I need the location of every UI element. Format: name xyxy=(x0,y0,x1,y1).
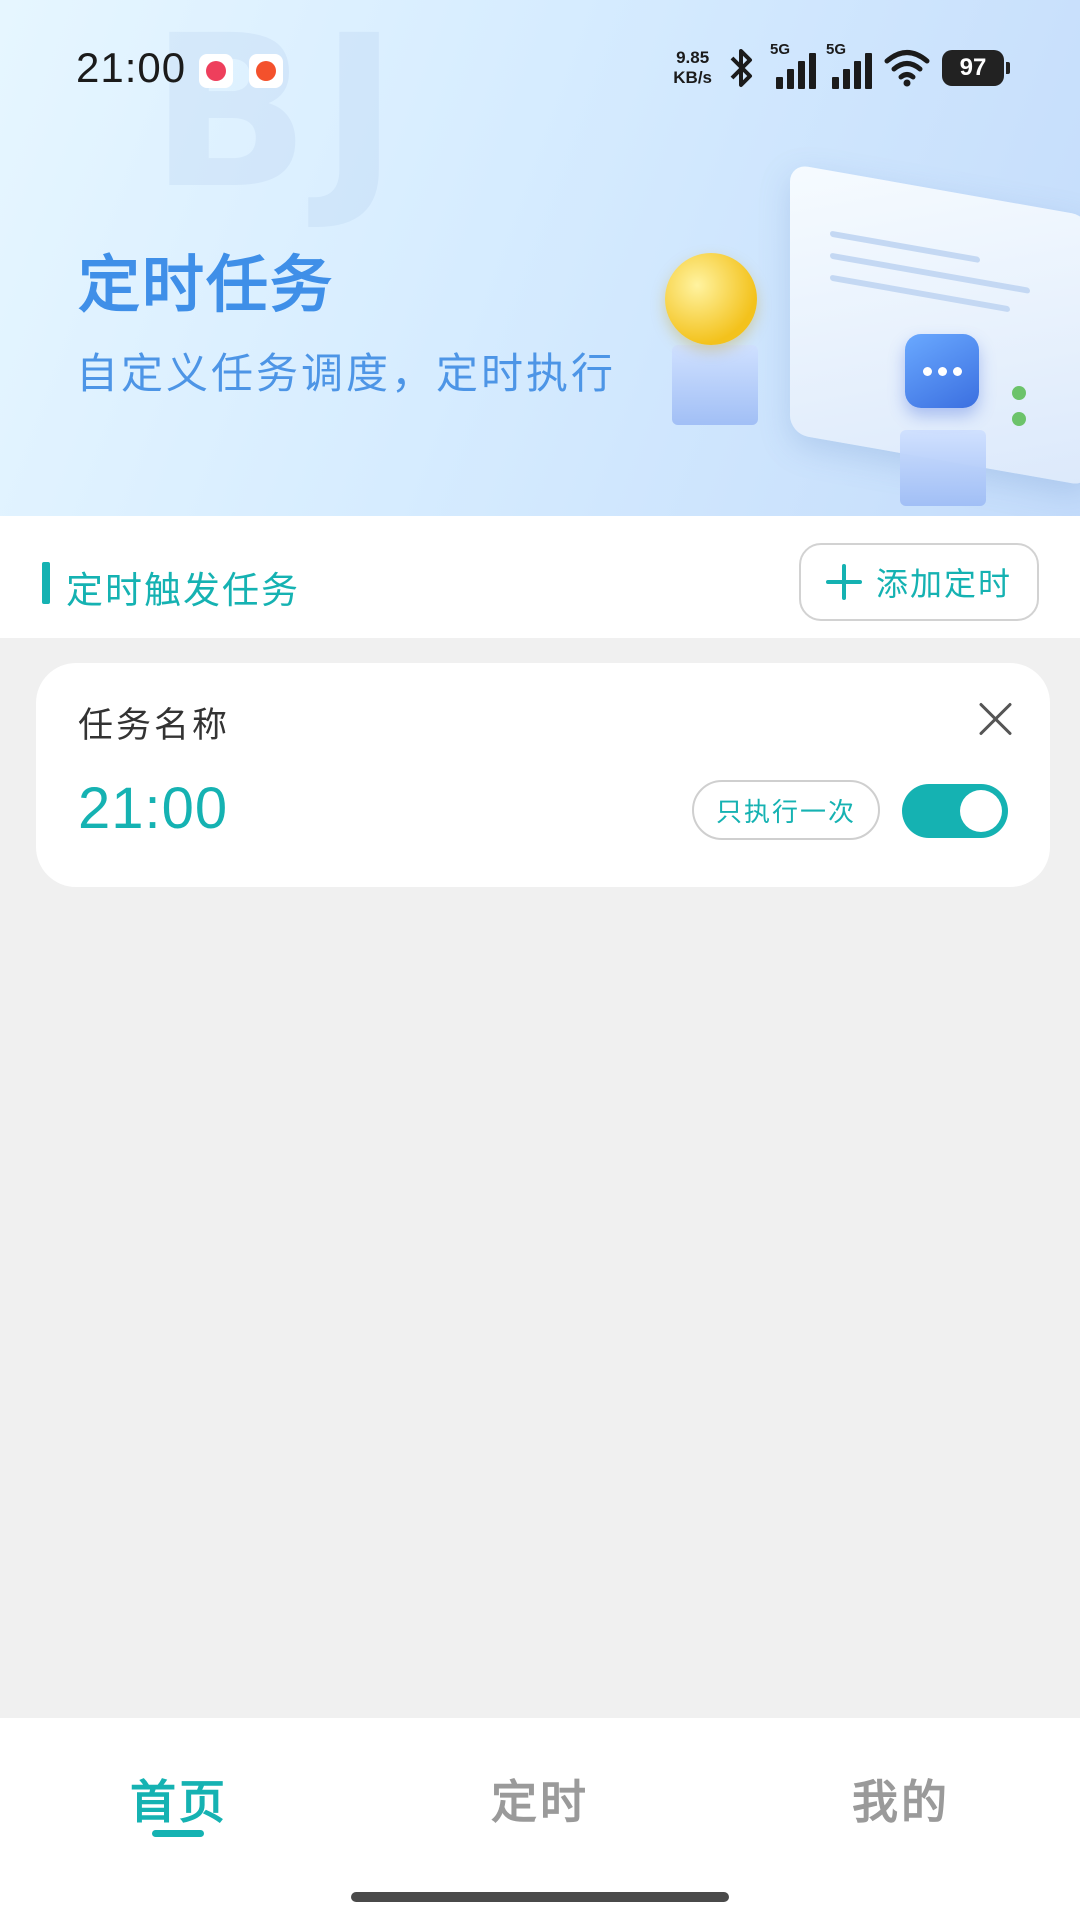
qr-coin-illustration xyxy=(665,253,757,345)
network-speed: 9.85 KB/s xyxy=(673,48,712,87)
section-header: 定时触发任务 添加定时 xyxy=(0,516,1080,638)
nav-item-home[interactable]: 首页 xyxy=(79,1766,279,1832)
task-card[interactable]: 任务名称 21:00 只执行一次 xyxy=(36,663,1050,887)
repeat-mode-chip[interactable]: 只执行一次 xyxy=(692,780,880,840)
toggle-knob xyxy=(960,790,1002,832)
page-title: 定时任务 xyxy=(78,248,335,321)
bluetooth-icon xyxy=(730,49,752,87)
close-icon[interactable] xyxy=(976,699,1016,739)
battery-icon: 97 xyxy=(942,50,1010,86)
home-indicator[interactable] xyxy=(351,1892,729,1902)
header-banner: BJ 21:00 9.85 KB/s 5G 5G 97 定时任务 自定义任务调度… xyxy=(0,0,1080,516)
task-name: 任务名称 xyxy=(78,706,231,746)
cube-decoration xyxy=(900,430,986,506)
page-subtitle: 自定义任务调度，定时执行 xyxy=(76,349,617,398)
task-time: 21:00 xyxy=(78,776,229,841)
bottom-navigation: 首页 定时 我的 xyxy=(0,1718,1080,1920)
status-bar: 21:00 9.85 KB/s 5G 5G 97 xyxy=(0,0,1080,140)
chat-bubble-illustration xyxy=(905,334,979,408)
signal-icon: 5G xyxy=(770,41,816,89)
notification-app-icon xyxy=(249,54,283,88)
task-enable-toggle[interactable] xyxy=(902,784,1008,838)
add-timer-button[interactable]: 添加定时 xyxy=(799,543,1039,621)
section-accent-bar xyxy=(42,562,50,604)
status-indicators: 9.85 KB/s 5G 5G 97 xyxy=(673,41,1010,92)
status-time: 21:00 xyxy=(76,44,187,91)
add-timer-label: 添加定时 xyxy=(875,565,1012,603)
nav-active-indicator xyxy=(152,1830,204,1837)
signal-icon: 5G xyxy=(826,41,872,89)
nav-item-profile[interactable]: 我的 xyxy=(801,1766,1001,1832)
nav-item-timer[interactable]: 定时 xyxy=(440,1766,640,1832)
notification-app-icon xyxy=(199,54,233,88)
check-icon xyxy=(1012,412,1026,426)
section-title: 定时触发任务 xyxy=(66,569,300,612)
plus-icon xyxy=(825,564,862,600)
check-icon xyxy=(1012,386,1026,400)
cube-decoration xyxy=(672,345,758,425)
wifi-icon xyxy=(884,50,930,87)
